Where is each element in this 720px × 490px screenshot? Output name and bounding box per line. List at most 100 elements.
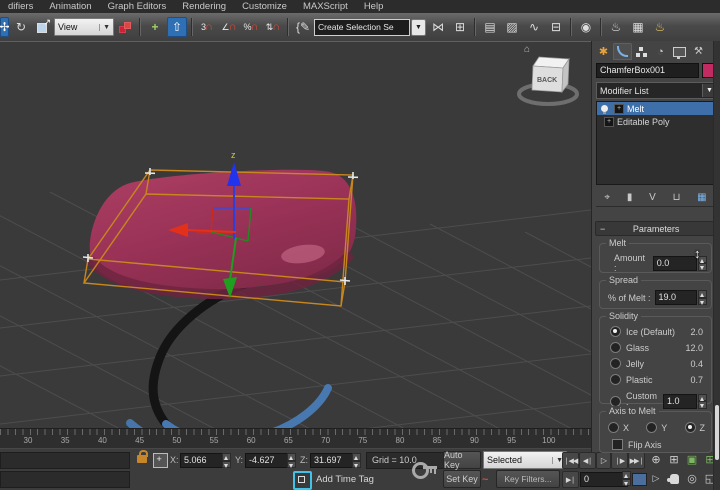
axis-y-option[interactable]: Y <box>646 422 667 433</box>
menu-help[interactable]: Help <box>356 1 392 12</box>
named-selection-set-field[interactable]: Create Selection Se <box>314 19 410 36</box>
time-configuration-icon[interactable] <box>632 473 647 486</box>
zoom-all-icon[interactable]: ⊞ <box>666 452 682 467</box>
default-in-tangent-icon[interactable]: ~ <box>482 474 488 486</box>
panel-scrollbar-thumb[interactable] <box>715 405 719 460</box>
expand-icon[interactable]: + <box>604 117 614 127</box>
spinner-snap-icon[interactable]: ⇅∩ <box>263 17 283 37</box>
set-key-button[interactable]: Set Key <box>443 470 481 488</box>
pan-hand-icon[interactable] <box>670 474 679 484</box>
percent-snap-icon[interactable]: %∩ <box>241 17 261 37</box>
x-spinner[interactable] <box>222 453 231 468</box>
mirror-tool-icon[interactable]: ⋈ <box>428 17 448 37</box>
custom-field[interactable]: 1.0 <box>663 394 697 409</box>
remove-modifier-icon[interactable]: ⊔ <box>673 192 681 203</box>
viewcube[interactable]: BACK <box>519 57 577 104</box>
percent-spinner[interactable] <box>698 290 707 305</box>
show-end-result-icon[interactable]: ▮ <box>627 192 633 203</box>
menu-modifiers[interactable]: difiers <box>0 1 41 12</box>
menu-rendering[interactable]: Rendering <box>174 1 234 12</box>
perspective-viewport[interactable]: z BACK ⌂ <box>0 41 591 429</box>
auto-key-button[interactable]: Auto Key <box>443 451 481 469</box>
panel-scrollbar[interactable] <box>713 41 720 490</box>
layer-manager-icon[interactable]: ▤ <box>480 17 500 37</box>
menu-customize[interactable]: Customize <box>234 1 295 12</box>
menu-graph-editors[interactable]: Graph Editors <box>100 1 175 12</box>
material-editor-icon[interactable]: ◉ <box>576 17 596 37</box>
x-coord-field[interactable]: 5.066 <box>180 453 228 468</box>
radio-ice[interactable] <box>610 326 621 337</box>
selection-lock-icon[interactable] <box>137 455 147 463</box>
menu-animation[interactable]: Animation <box>41 1 99 12</box>
custom-spinner[interactable] <box>698 394 707 409</box>
radio-plastic[interactable] <box>610 374 621 385</box>
radio-x[interactable] <box>608 422 619 433</box>
selection-filter-dropdown[interactable]: Selected ▼ <box>483 451 567 469</box>
go-to-end-button[interactable]: ▶▶❘ <box>628 452 645 469</box>
tab-modify[interactable] <box>613 43 632 60</box>
percent-of-melt-field[interactable]: 19.0 <box>655 290 697 305</box>
frame-spinner[interactable] <box>622 471 631 486</box>
set-keys-icon[interactable] <box>412 459 438 477</box>
render-setup-icon[interactable]: ♨ <box>606 17 626 37</box>
tab-utilities[interactable]: ⚒ <box>689 43 708 60</box>
zoom-icon[interactable]: ⊕ <box>648 452 664 467</box>
absolute-mode-icon[interactable] <box>153 453 168 468</box>
modifier-list-dropdown[interactable]: Modifier List ▼ <box>596 82 717 99</box>
viewcube-home-icon[interactable]: ⌂ <box>524 44 530 55</box>
zoom-extents-icon[interactable]: ▣ <box>684 452 700 467</box>
scene-explorer-icon[interactable]: ▨ <box>502 17 522 37</box>
menu-maxscript[interactable]: MAXScript <box>295 1 356 12</box>
timeline-ruler[interactable]: 3035404550556065707580859095100 <box>0 428 591 449</box>
scale-tool-icon[interactable]: ↗ <box>33 17 53 37</box>
flip-axis-checkbox[interactable] <box>612 439 623 450</box>
spline-leg-blue[interactable] <box>166 388 328 429</box>
next-frame-button[interactable]: ❘▶ <box>611 452 628 469</box>
pin-stack-icon[interactable]: ⌖ <box>604 192 610 203</box>
radio-y[interactable] <box>646 422 657 433</box>
stack-item-melt[interactable]: + Melt <box>597 102 714 115</box>
render-production-icon[interactable]: ♨ <box>650 17 670 37</box>
snap-toggle-3d-icon[interactable]: 3∩ <box>197 17 217 37</box>
maxscript-listener-line2[interactable] <box>0 471 130 488</box>
configure-modifier-sets-icon[interactable]: ▦ <box>697 192 706 203</box>
use-pivot-center-icon[interactable] <box>115 17 135 37</box>
make-unique-icon[interactable]: V <box>649 192 656 203</box>
isolate-selection-icon[interactable] <box>293 471 312 490</box>
z-spinner[interactable] <box>352 453 361 468</box>
curve-editor-icon[interactable]: ∿ <box>524 17 544 37</box>
schematic-view-icon[interactable]: ⊟ <box>546 17 566 37</box>
parameters-rollout-header[interactable]: − Parameters <box>595 221 716 236</box>
tab-motion[interactable]: ◔ <box>651 43 670 60</box>
y-spinner[interactable] <box>287 453 296 468</box>
reference-coordinate-dropdown[interactable]: View ▼ <box>54 18 114 36</box>
axis-z-option[interactable]: Z <box>685 422 706 433</box>
lightbulb-icon[interactable] <box>601 105 608 112</box>
axis-x-option[interactable]: X <box>608 422 629 433</box>
key-mode-toggle[interactable]: ▶❘ <box>562 471 579 488</box>
select-and-manipulate-icon[interactable]: + <box>145 17 165 37</box>
edit-named-selection-sets-icon[interactable]: {✎ <box>293 17 313 37</box>
select-move-icon[interactable]: ✢ <box>0 17 9 37</box>
align-tool-icon[interactable]: ⊞ <box>450 17 470 37</box>
chamferbox-object[interactable] <box>90 170 357 291</box>
stack-item-editable-poly[interactable]: + Editable Poly <box>597 115 714 128</box>
amount-field[interactable]: 0.0 <box>653 256 698 271</box>
keyboard-override-toggle-icon[interactable]: ⇧ <box>167 17 187 37</box>
y-coord-field[interactable]: -4.627 <box>245 453 293 468</box>
go-to-start-button[interactable]: ❘◀◀ <box>562 452 579 469</box>
tab-create[interactable]: ✱ <box>594 43 613 60</box>
named-selection-dropdown-icon[interactable]: ▼ <box>411 19 426 36</box>
current-frame-field[interactable]: 0 <box>580 472 628 487</box>
radio-z[interactable] <box>685 422 696 433</box>
previous-frame-button[interactable]: ◀❘ <box>579 452 596 469</box>
radio-jelly[interactable] <box>610 358 621 369</box>
add-time-tag-button[interactable]: Add Time Tag <box>316 474 374 485</box>
tab-hierarchy[interactable] <box>632 43 651 60</box>
field-of-view-icon[interactable]: ▷ <box>648 471 664 486</box>
orbit-icon[interactable]: ◎ <box>684 471 700 486</box>
angle-snap-icon[interactable]: ∠∩ <box>219 17 239 37</box>
radio-glass[interactable] <box>610 342 621 353</box>
radio-custom[interactable] <box>610 396 621 407</box>
key-filters-button[interactable]: Key Filters... <box>496 470 560 488</box>
